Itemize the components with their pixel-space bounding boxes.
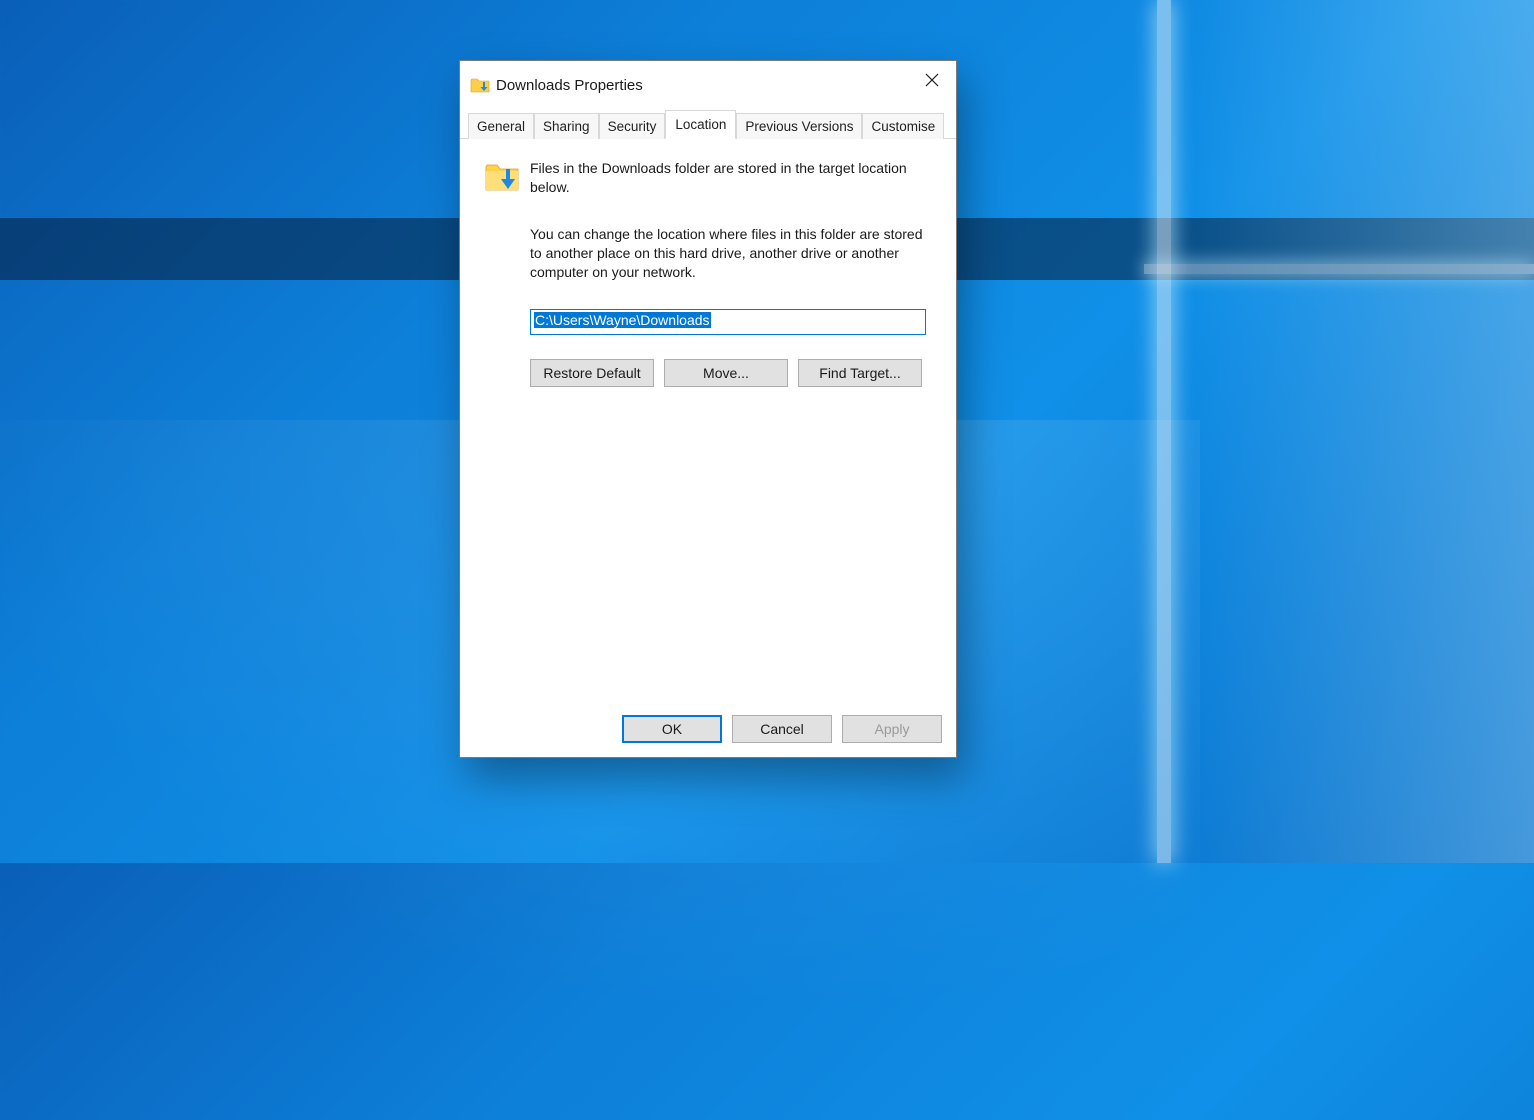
tab-strip: General Sharing Security Location Previo… [460, 109, 956, 139]
cancel-button[interactable]: Cancel [732, 715, 832, 743]
intro-text: Files in the Downloads folder are stored… [530, 159, 932, 197]
tab-customise[interactable]: Customise [862, 113, 944, 139]
info-row: Files in the Downloads folder are stored… [484, 159, 932, 197]
downloads-folder-icon [470, 76, 490, 94]
desktop-background-light [1154, 0, 1534, 863]
apply-button[interactable]: Apply [842, 715, 942, 743]
tab-location[interactable]: Location [665, 110, 736, 139]
restore-default-button[interactable]: Restore Default [530, 359, 654, 387]
location-path-input[interactable]: C:\Users\Wayne\Downloads [530, 309, 926, 335]
tab-security[interactable]: Security [599, 113, 666, 139]
desktop-background-cross-v [1157, 0, 1171, 863]
move-button[interactable]: Move... [664, 359, 788, 387]
tab-content-location: Files in the Downloads folder are stored… [460, 139, 956, 701]
ok-button[interactable]: OK [622, 715, 722, 743]
location-buttons-row: Restore Default Move... Find Target... [530, 359, 932, 387]
tab-general[interactable]: General [468, 113, 534, 139]
description-text: You can change the location where files … [530, 225, 932, 282]
tab-previous-versions[interactable]: Previous Versions [736, 113, 862, 139]
window-title: Downloads Properties [496, 77, 643, 94]
close-button[interactable] [908, 61, 956, 99]
titlebar[interactable]: Downloads Properties [460, 61, 956, 109]
find-target-button[interactable]: Find Target... [798, 359, 922, 387]
tab-sharing[interactable]: Sharing [534, 113, 599, 139]
downloads-folder-large-icon [484, 159, 520, 195]
properties-dialog: Downloads Properties General Sharing Sec… [459, 60, 957, 758]
dialog-button-row: OK Cancel Apply [460, 701, 956, 757]
desktop-background-cross-h [1144, 264, 1534, 274]
location-path-value: C:\Users\Wayne\Downloads [534, 312, 711, 328]
close-icon [925, 73, 939, 87]
